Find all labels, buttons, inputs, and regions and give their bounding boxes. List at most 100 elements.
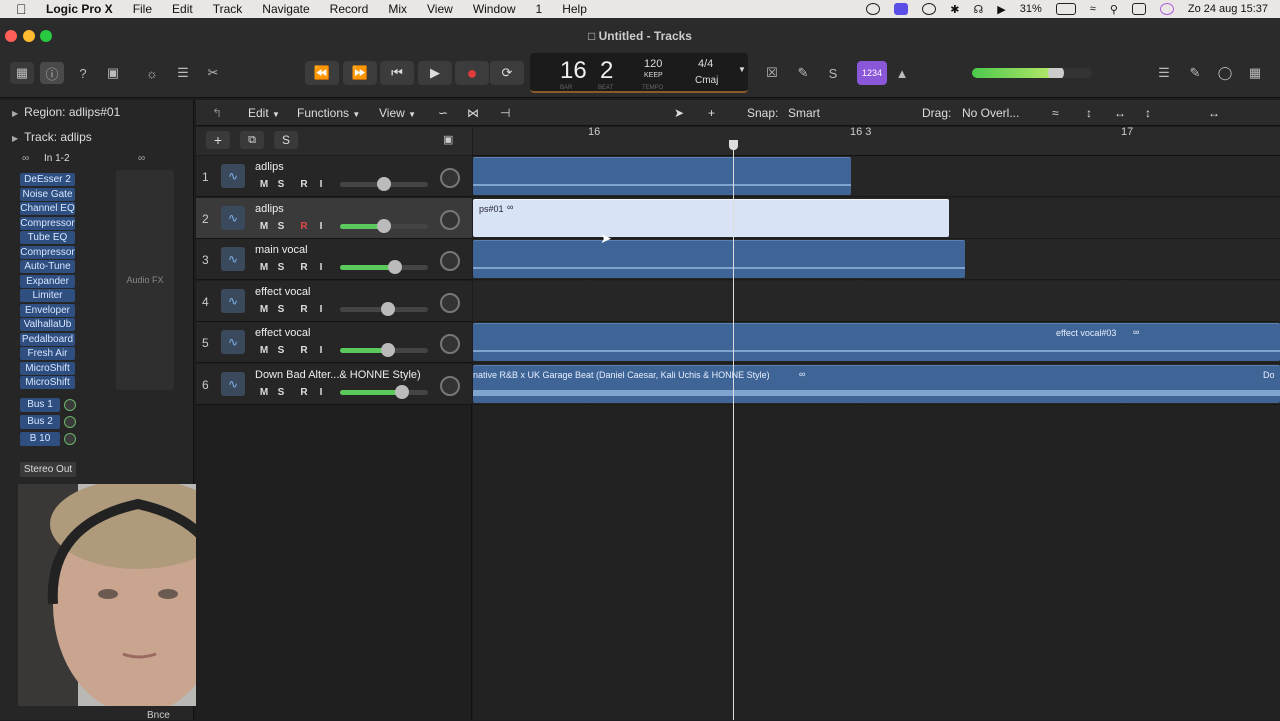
menu-track[interactable]: Track xyxy=(213,2,243,16)
pan-knob[interactable] xyxy=(440,251,460,271)
record-enable-button[interactable]: R xyxy=(297,386,311,399)
track-lane[interactable] xyxy=(473,281,1280,322)
record-enable-button[interactable]: R xyxy=(297,344,311,357)
send-knob-2[interactable] xyxy=(64,416,76,428)
solo-button[interactable]: S xyxy=(274,386,288,399)
editors-icon[interactable]: ✂ xyxy=(201,62,225,84)
audio-region[interactable]: effect vocal#03 ∞ xyxy=(473,323,1280,361)
airdrop-icon[interactable] xyxy=(922,3,937,15)
inspector-icon[interactable]: ⓘ xyxy=(40,62,64,84)
master-volume-knob[interactable] xyxy=(1048,68,1064,78)
track-name[interactable]: adlips xyxy=(255,203,284,215)
menu-help[interactable]: Help xyxy=(562,2,587,16)
plugin-slot[interactable]: MicroShift xyxy=(20,361,75,375)
back-icon[interactable]: ↰ xyxy=(212,106,222,120)
cycle-button[interactable]: ⟳ xyxy=(490,61,524,85)
horizontal-zoom-slider-icon[interactable]: ↔ xyxy=(1208,106,1220,120)
quick-help-icon[interactable]: ? xyxy=(71,62,95,84)
input-slot[interactable]: In 1-2 xyxy=(44,153,70,164)
track-header[interactable]: 4 ∿ effect vocal M S R I xyxy=(196,280,472,322)
solo-button[interactable]: S xyxy=(274,178,288,191)
menu-window[interactable]: Window xyxy=(473,2,516,16)
mixer-icon[interactable]: ☰ xyxy=(171,62,195,84)
bus-10-send[interactable]: B 10 xyxy=(20,432,60,446)
list-editors-icon[interactable]: ☰ xyxy=(1152,62,1176,84)
rewind-button[interactable]: ⏪ xyxy=(305,61,339,85)
siri-icon[interactable] xyxy=(1159,3,1174,15)
snap-select[interactable]: Smart xyxy=(788,106,820,120)
menu-navigate[interactable]: Navigate xyxy=(262,2,309,16)
duplicate-track-icon[interactable]: ⧉ xyxy=(240,131,264,149)
track-name[interactable]: adlips xyxy=(255,161,284,173)
mute-button[interactable]: M xyxy=(257,220,271,233)
automation-icon[interactable]: ∽ xyxy=(438,106,448,120)
input-monitor-button[interactable]: I xyxy=(314,344,328,357)
plugin-slot[interactable]: ValhallaUb xyxy=(20,318,75,331)
menu-1[interactable]: 1 xyxy=(536,2,543,16)
wifi-icon[interactable]: ≈ xyxy=(1090,3,1096,15)
menu-app[interactable]: Logic Pro X xyxy=(46,2,113,16)
headphones-icon[interactable]: ☊ xyxy=(973,3,983,16)
mute-button[interactable]: M xyxy=(257,303,271,316)
catch-icon[interactable]: ⊣ xyxy=(500,106,510,120)
master-volume-slider[interactable] xyxy=(972,68,1092,78)
track-name[interactable]: effect vocal xyxy=(255,327,310,339)
track-inspector-header[interactable]: ▶ Track: adlips xyxy=(12,130,92,144)
notepad-icon[interactable]: ✎ xyxy=(1183,62,1207,84)
menu-record[interactable]: Record xyxy=(330,2,369,16)
pan-knob[interactable] xyxy=(440,292,460,313)
tuning-icon[interactable]: ✎ xyxy=(791,62,815,84)
menu-view[interactable]: View xyxy=(427,2,453,16)
link-icon-2[interactable]: ∞ xyxy=(138,153,145,164)
region-inspector-header[interactable]: ▶ Region: adlips#01 xyxy=(12,105,120,119)
input-monitor-button[interactable]: I xyxy=(314,261,328,274)
audio-fx-slot[interactable]: Audio FX xyxy=(116,170,174,390)
track-name[interactable]: effect vocal xyxy=(255,286,310,298)
output-slot[interactable]: Stereo Out xyxy=(20,462,76,477)
plugin-slot[interactable]: Pedalboard xyxy=(20,332,75,346)
go-to-start-button[interactable]: ⏮ xyxy=(380,61,414,85)
record-enable-button[interactable]: R xyxy=(297,303,311,316)
audio-region[interactable]: native R&B x UK Garage Beat (Daniel Caes… xyxy=(473,365,1280,403)
bus-2-send[interactable]: Bus 2 xyxy=(20,415,60,429)
collapse-icon[interactable]: ▣ xyxy=(443,133,453,146)
search-icon[interactable]: ⚲ xyxy=(1110,3,1118,16)
play-circle-icon[interactable]: ▶ xyxy=(997,3,1005,16)
pan-knob[interactable] xyxy=(440,375,460,396)
count-in-button[interactable]: 1234 xyxy=(857,61,887,85)
menu-edit[interactable]: Edit xyxy=(172,2,193,16)
input-monitor-button[interactable]: I xyxy=(314,386,328,399)
drag-select[interactable]: No Overl... xyxy=(962,106,1019,120)
bus-1-send[interactable]: Bus 1 xyxy=(20,398,60,412)
fader-knob[interactable] xyxy=(387,260,402,274)
menu-mix[interactable]: Mix xyxy=(388,2,407,16)
solo-button[interactable]: S xyxy=(274,261,288,274)
plugin-slot[interactable]: MicroShift xyxy=(20,376,75,389)
menu-file[interactable]: File xyxy=(133,2,152,16)
fader-knob[interactable] xyxy=(377,218,391,233)
replace-icon[interactable]: ☒ xyxy=(760,62,784,84)
send-knob-3[interactable] xyxy=(64,433,76,445)
pan-knob[interactable] xyxy=(440,168,460,188)
lcd-display[interactable]: 16 2 BAR BEAT 120 KEEP TEMPO 4/4 Cmaj ▼ xyxy=(530,53,748,93)
control-center-icon[interactable] xyxy=(1131,3,1146,15)
horizontal-zoom-icon[interactable]: ↔ xyxy=(1114,106,1126,120)
audio-region[interactable] xyxy=(473,240,965,278)
loop-browser-icon[interactable]: ◯ xyxy=(1213,62,1237,84)
plugin-slot[interactable]: Limiter xyxy=(20,289,75,302)
input-monitor-button[interactable]: I xyxy=(314,178,328,191)
screen-record-icon[interactable] xyxy=(894,3,909,15)
clock[interactable]: Zo 24 aug 15:37 xyxy=(1188,3,1268,15)
fader-knob[interactable] xyxy=(381,301,396,316)
volume-fader[interactable] xyxy=(340,218,428,233)
record-enable-button[interactable]: R xyxy=(297,178,311,191)
browsers-icon[interactable]: ▦ xyxy=(1243,62,1267,84)
plugin-slot[interactable]: Expander xyxy=(20,274,75,288)
solo-icon[interactable]: S xyxy=(821,62,845,84)
pan-knob[interactable] xyxy=(440,209,460,230)
record-enable-button[interactable]: R xyxy=(297,220,311,233)
plugin-slot[interactable]: Enveloper xyxy=(20,303,75,317)
vertical-zoom-slider-icon[interactable]: ↕ xyxy=(1145,106,1151,120)
pan-knob[interactable] xyxy=(440,334,460,354)
track-name[interactable]: main vocal xyxy=(255,244,308,256)
